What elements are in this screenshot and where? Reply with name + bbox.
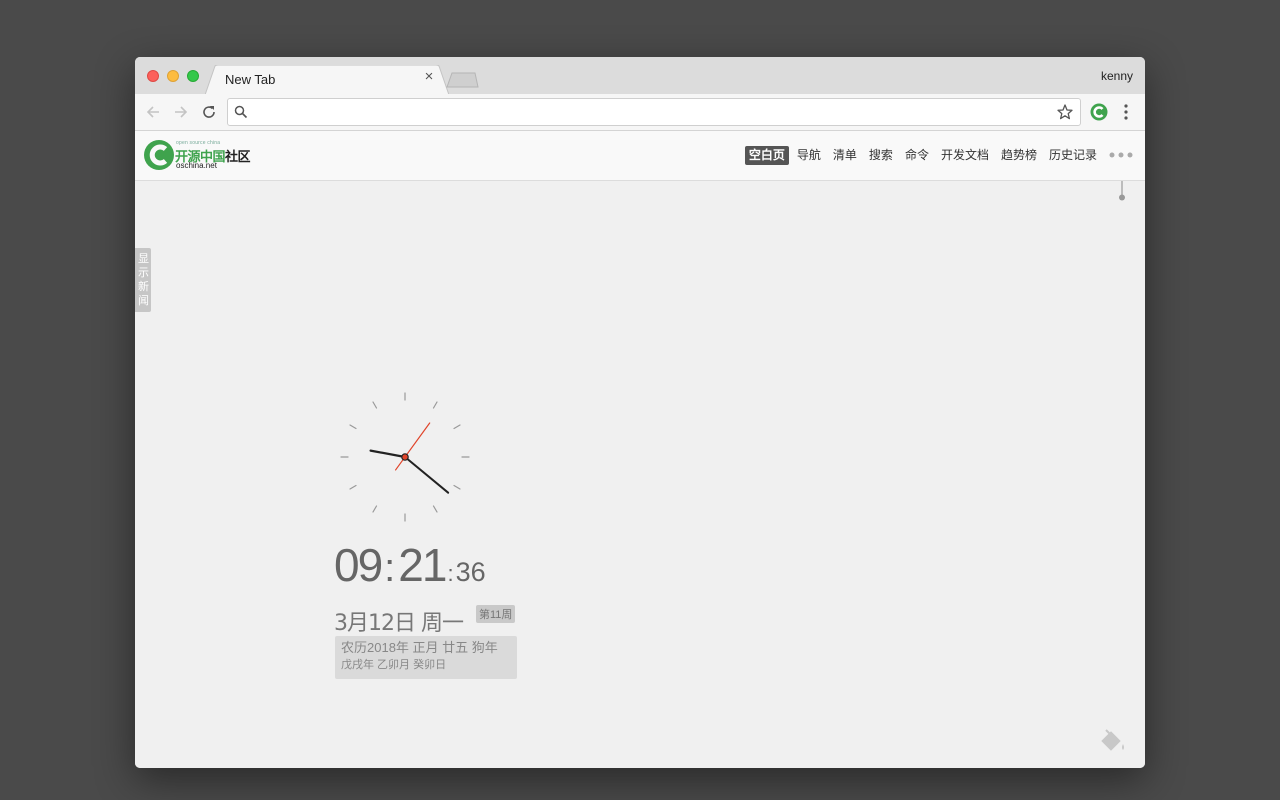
logo-url: oschina.net [176, 161, 217, 170]
tab-close-icon[interactable]: × [422, 69, 436, 84]
window-close-button[interactable] [147, 70, 159, 82]
lunar-date: 农历2018年 正月 廿五 狗年 [341, 640, 498, 655]
page-content: open source china 开源中国社区 oschina.net 空白页… [135, 131, 1145, 768]
paint-bucket-icon[interactable] [1099, 728, 1127, 754]
tab-title: New Tab [225, 72, 276, 87]
search-icon [234, 105, 248, 119]
site-logo[interactable]: open source china 开源中国社区 oschina.net [143, 138, 253, 172]
time-seconds: 36 [455, 557, 486, 587]
nav-item-command[interactable]: 命令 [901, 146, 933, 165]
logo-title-dark: 社区 [225, 149, 251, 164]
nav-item-list[interactable]: 清单 [829, 146, 861, 165]
more-icon[interactable] [1109, 151, 1133, 159]
nav-item-blank[interactable]: 空白页 [744, 146, 789, 165]
week-badge: 第11周 [476, 605, 516, 623]
pull-handle[interactable] [1119, 181, 1125, 201]
reload-icon[interactable] [200, 103, 218, 121]
address-bar[interactable] [227, 98, 1081, 126]
back-icon[interactable] [144, 103, 162, 121]
date-text: 3月12日 周一 [334, 611, 464, 636]
clock-hour-hand [369, 449, 407, 459]
time-minutes: 21 [398, 539, 447, 591]
browser-window: New Tab × kenny open source china 开源中国社区… [135, 57, 1145, 768]
nav-item-navigation[interactable]: 导航 [793, 146, 825, 165]
site-nav: 空白页 导航 清单 搜索 命令 开发文档 趋势榜 历史记录 [741, 146, 1101, 165]
clock-center-pin [401, 453, 409, 461]
show-news-label: 显示新闻 [138, 253, 149, 307]
window-maximize-button[interactable] [187, 70, 199, 82]
logo-c-icon [144, 140, 174, 170]
menu-icon[interactable] [1119, 103, 1133, 121]
nav-item-trending[interactable]: 趋势榜 [997, 146, 1041, 165]
window-minimize-button[interactable] [167, 70, 179, 82]
nav-item-docs[interactable]: 开发文档 [937, 146, 993, 165]
new-tab-button[interactable] [445, 72, 479, 88]
address-input[interactable] [254, 103, 1044, 121]
nav-item-history[interactable]: 历史记录 [1045, 146, 1101, 165]
lunar-ganzhi: 戊戌年 乙卯月 癸卯日 [341, 659, 447, 671]
site-header: open source china 开源中国社区 oschina.net 空白页… [135, 131, 1145, 181]
analog-clock [340, 392, 470, 522]
forward-icon[interactable] [172, 103, 190, 121]
clock-minute-hand [404, 456, 450, 494]
digital-time: 09:21:36 [334, 539, 486, 591]
show-news-tab[interactable]: 显示新闻 [135, 248, 151, 312]
nav-item-search[interactable]: 搜索 [865, 146, 897, 165]
extension-icon[interactable] [1090, 103, 1108, 121]
title-bar: New Tab × kenny [135, 57, 1145, 95]
toolbar [135, 94, 1145, 131]
star-icon[interactable] [1056, 103, 1074, 121]
time-hours: 09 [334, 539, 383, 591]
lunar-calendar: 农历2018年 正月 廿五 狗年 戊戌年 乙卯月 癸卯日 [335, 636, 517, 679]
profile-name[interactable]: kenny [1101, 69, 1133, 83]
